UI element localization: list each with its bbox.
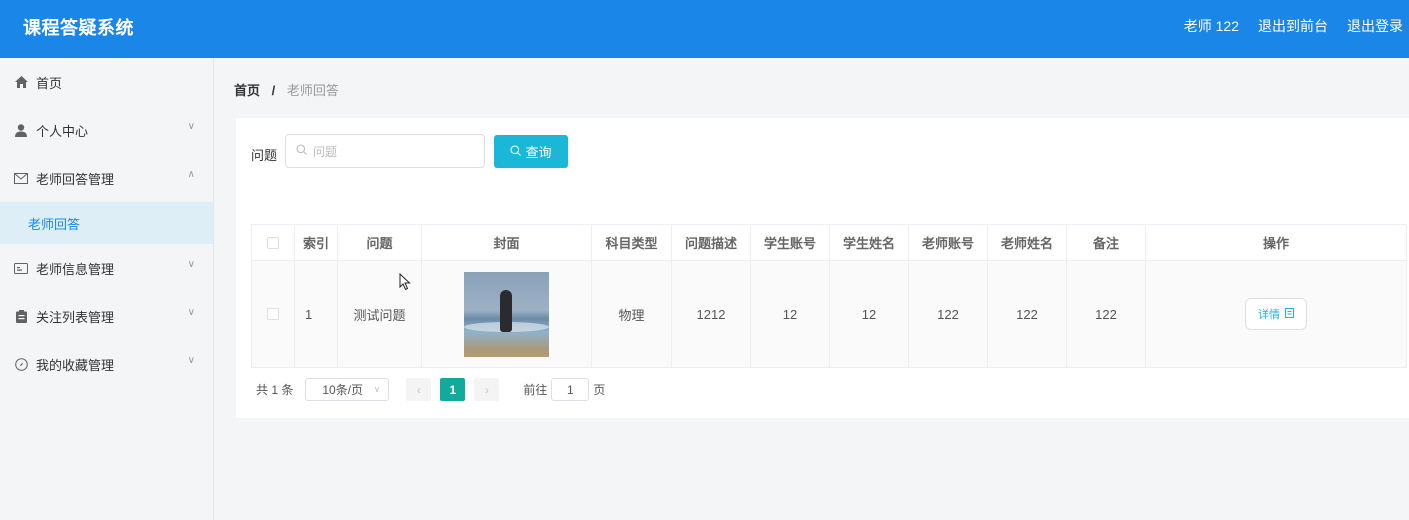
query-button-label: 查询 xyxy=(525,145,552,160)
breadcrumb-separator: / xyxy=(271,83,276,98)
search-icon xyxy=(296,144,307,158)
mouse-cursor-icon xyxy=(399,272,411,291)
page-size-value: 10条/页 xyxy=(322,383,364,397)
column-header: 学生账号 xyxy=(751,225,830,261)
column-header: 老师账号 xyxy=(909,225,988,261)
sidebar-item-favorites-management[interactable]: 我的收藏管理 ∨ xyxy=(0,340,213,388)
goto-label: 前往 xyxy=(523,383,548,397)
sidebar-item-personal-center[interactable]: 个人中心 ∨ xyxy=(0,106,213,154)
main-content: 首页 / 老师回答 问题 问题 查询 索引 问题 封面 科目类型 问题描述 学生… xyxy=(214,58,1409,520)
sidebar-item-teacher-info-management[interactable]: 老师信息管理 ∨ xyxy=(0,244,213,292)
answers-table: 索引 问题 封面 科目类型 问题描述 学生账号 学生姓名 老师账号 老师姓名 备… xyxy=(251,224,1407,368)
prev-page-button[interactable]: ‹ xyxy=(406,378,432,401)
column-header: 备注 xyxy=(1067,225,1146,261)
select-all-cell xyxy=(252,225,295,261)
detail-button[interactable]: 详情 xyxy=(1245,298,1307,330)
remark-cell: 122 xyxy=(1067,261,1146,367)
sidebar-item-teacher-answer[interactable]: 老师回答 xyxy=(0,202,213,244)
description-cell: 1212 xyxy=(672,261,751,367)
column-header: 封面 xyxy=(422,225,592,261)
top-header: 课程答疑系统 老师 122 退出到前台 退出登录 xyxy=(0,0,1409,58)
cover-image-figure xyxy=(500,289,512,332)
column-header: 科目类型 xyxy=(592,225,672,261)
sidebar-item-home[interactable]: 首页 xyxy=(0,58,213,106)
breadcrumb-current: 老师回答 xyxy=(286,83,339,98)
clipboard-icon xyxy=(14,309,28,323)
search-icon xyxy=(510,144,522,159)
chevron-down-icon: ∨ xyxy=(187,307,195,318)
header-actions: 老师 122 退出到前台 退出登录 xyxy=(1184,16,1403,36)
detail-button-label: 详情 xyxy=(1258,309,1280,321)
app-title: 课程答疑系统 xyxy=(23,18,134,38)
page-number-current[interactable]: 1 xyxy=(440,378,466,401)
chevron-left-icon: ‹ xyxy=(416,382,421,397)
cover-cell xyxy=(422,261,592,367)
pagination-total: 共 1 条 xyxy=(256,383,294,397)
column-header: 问题描述 xyxy=(672,225,751,261)
sidebar-item-label: 我的收藏管理 xyxy=(36,357,115,373)
subject-cell: 物理 xyxy=(592,261,672,367)
index-cell: 1 xyxy=(295,261,338,367)
column-header: 问题 xyxy=(338,225,422,261)
sidebar-item-label: 老师回答管理 xyxy=(36,171,115,187)
chevron-right-icon: › xyxy=(484,382,489,397)
column-header: 老师姓名 xyxy=(988,225,1067,261)
chevron-down-icon: ∨ xyxy=(373,384,381,394)
sidebar-item-teacher-answer-management[interactable]: 老师回答管理 ∧ xyxy=(0,154,213,202)
sidebar-item-label: 关注列表管理 xyxy=(36,309,115,325)
column-header: 操作 xyxy=(1146,225,1406,261)
teacher-name-cell: 122 xyxy=(988,261,1067,367)
row-select-cell xyxy=(252,261,295,367)
home-icon xyxy=(14,75,28,89)
search-input[interactable]: 问题 xyxy=(285,134,485,168)
mail-icon xyxy=(14,171,28,185)
row-checkbox[interactable] xyxy=(267,308,279,320)
pagination: 共 1 条 10条/页 ∨ ‹ 1 › 前往 1 页 xyxy=(256,378,605,401)
current-user[interactable]: 老师 122 xyxy=(1184,16,1239,36)
column-header: 索引 xyxy=(295,225,338,261)
action-cell: 详情 xyxy=(1146,261,1406,367)
sidebar: 首页 个人中心 ∨ 老师回答管理 ∧ 老师回答 老师信息管理 ∨ 关注列表管理 … xyxy=(0,58,214,520)
sidebar-item-label: 老师信息管理 xyxy=(36,261,115,277)
page-size-select[interactable]: 10条/页 ∨ xyxy=(305,378,390,401)
breadcrumb: 首页 / 老师回答 xyxy=(234,80,339,99)
sidebar-item-label: 首页 xyxy=(36,75,63,91)
sidebar-item-label: 个人中心 xyxy=(36,123,89,139)
next-page-button[interactable]: › xyxy=(474,378,500,401)
sidebar-item-label: 老师回答 xyxy=(28,216,81,232)
chevron-up-icon: ∧ xyxy=(187,169,195,180)
breadcrumb-home[interactable]: 首页 xyxy=(234,83,260,98)
student-account-cell: 12 xyxy=(751,261,830,367)
compass-icon xyxy=(14,357,28,371)
chevron-down-icon: ∨ xyxy=(187,121,195,132)
chevron-down-icon: ∨ xyxy=(187,355,195,366)
content-panel: 问题 问题 查询 索引 问题 封面 科目类型 问题描述 学生账号 学生姓名 老师… xyxy=(236,118,1409,418)
chevron-down-icon: ∨ xyxy=(187,259,195,270)
query-button[interactable]: 查询 xyxy=(494,135,568,168)
teacher-account-cell: 122 xyxy=(909,261,988,367)
page-suffix: 页 xyxy=(593,383,606,397)
search-label: 问题 xyxy=(251,148,278,163)
cover-image xyxy=(464,271,549,357)
back-to-front-link[interactable]: 退出到前台 xyxy=(1258,16,1328,36)
student-name-cell: 12 xyxy=(830,261,909,367)
id-card-icon xyxy=(14,261,28,275)
table-header-row: 索引 问题 封面 科目类型 问题描述 学生账号 学生姓名 老师账号 老师姓名 备… xyxy=(252,225,1406,261)
column-header: 学生姓名 xyxy=(830,225,909,261)
search-placeholder: 问题 xyxy=(313,144,338,159)
sidebar-item-follow-list-management[interactable]: 关注列表管理 ∨ xyxy=(0,292,213,340)
goto-page-input[interactable]: 1 xyxy=(551,378,590,401)
document-icon xyxy=(1285,307,1294,321)
select-all-checkbox[interactable] xyxy=(267,236,279,249)
user-icon xyxy=(14,123,28,137)
logout-link[interactable]: 退出登录 xyxy=(1347,16,1403,36)
table-row: 1 测试问题 物理 1212 12 12 122 122 122 详情 xyxy=(252,261,1406,367)
